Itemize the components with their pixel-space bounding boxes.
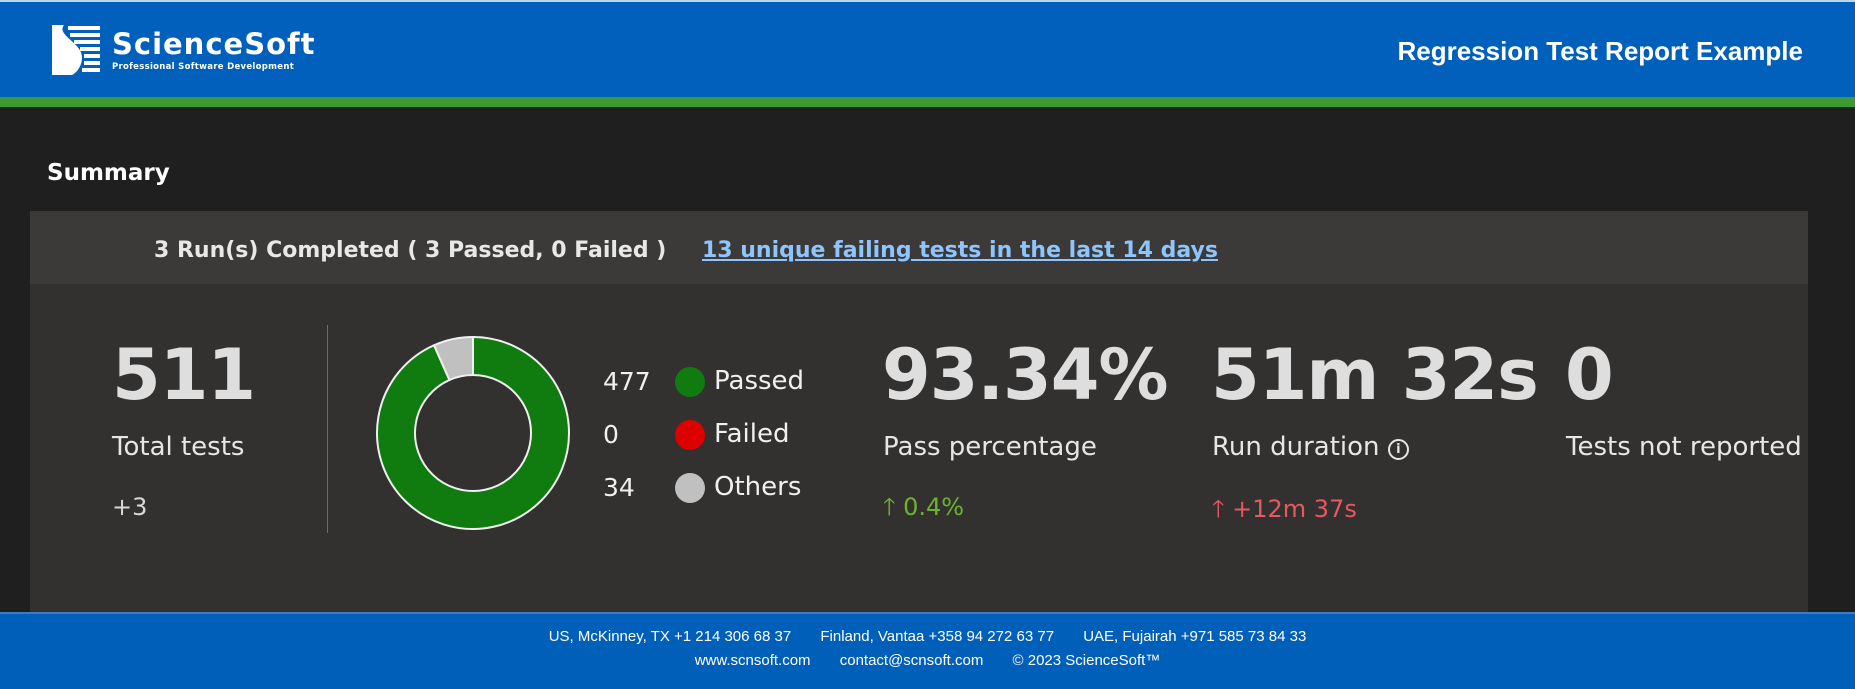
run-duration-label: Run duration i xyxy=(1212,432,1409,462)
logo-tagline: Professional Software Development xyxy=(112,62,295,72)
legend-label-others: Others xyxy=(714,472,802,502)
total-tests-value: 511 xyxy=(112,334,256,416)
arrow-up-icon: 🡑 xyxy=(883,493,896,521)
runs-completed-text: 3 Run(s) Completed ( 3 Passed, 0 Failed … xyxy=(154,238,667,263)
tests-not-reported-value: 0 xyxy=(1565,334,1614,416)
failing-tests-link[interactable]: 13 unique failing tests in the last 14 d… xyxy=(702,238,1218,263)
run-duration-value: 51m 32s xyxy=(1211,334,1539,416)
pass-percentage-delta: 🡑 0.4% xyxy=(883,490,964,531)
outcome-donut-chart xyxy=(376,335,570,530)
total-tests-label: Total tests xyxy=(112,432,245,462)
info-icon[interactable]: i xyxy=(1387,439,1409,460)
run-duration-delta: 🡑 +12m 37s xyxy=(1212,492,1357,533)
footer: US, McKinney, TX +1 214 306 68 37 Finlan… xyxy=(0,612,1855,689)
footer-contacts: US, McKinney, TX +1 214 306 68 37 Finlan… xyxy=(548,628,1307,645)
legend-count-failed: 0 xyxy=(603,420,619,449)
pass-delta-text: 0.4% xyxy=(903,493,965,521)
legend-dot-others xyxy=(675,473,705,503)
tests-not-reported-label: Tests not reported xyxy=(1566,432,1802,462)
footer-links: www.scnsoft.com contact@scnsoft.com © 20… xyxy=(694,652,1161,669)
legend-dot-failed xyxy=(675,420,705,450)
logo-mark-icon xyxy=(52,25,100,75)
sciencesoft-logo: ScienceSoft Professional Software Develo… xyxy=(52,25,314,79)
legend-count-others: 34 xyxy=(603,473,635,502)
divider xyxy=(327,325,328,533)
legend-count-passed: 477 xyxy=(603,367,651,396)
total-tests-delta: +3 xyxy=(112,493,148,521)
legend-dot-passed xyxy=(675,367,705,397)
run-duration-text: Run duration xyxy=(1212,432,1380,462)
report-title: Regression Test Report Example xyxy=(1397,36,1803,66)
duration-delta-text: +12m 37s xyxy=(1232,495,1357,523)
logo-name: ScienceSoft xyxy=(112,27,316,61)
summary-heading: Summary xyxy=(47,160,170,186)
pass-percentage-label: Pass percentage xyxy=(883,432,1097,462)
legend-label-passed: Passed xyxy=(714,366,805,396)
legend-label-failed: Failed xyxy=(714,419,790,449)
pass-percentage-value: 93.34% xyxy=(882,334,1169,416)
background-strip xyxy=(1808,107,1855,612)
arrow-up-icon: 🡑 xyxy=(1212,495,1225,523)
accent-bar xyxy=(0,97,1855,107)
